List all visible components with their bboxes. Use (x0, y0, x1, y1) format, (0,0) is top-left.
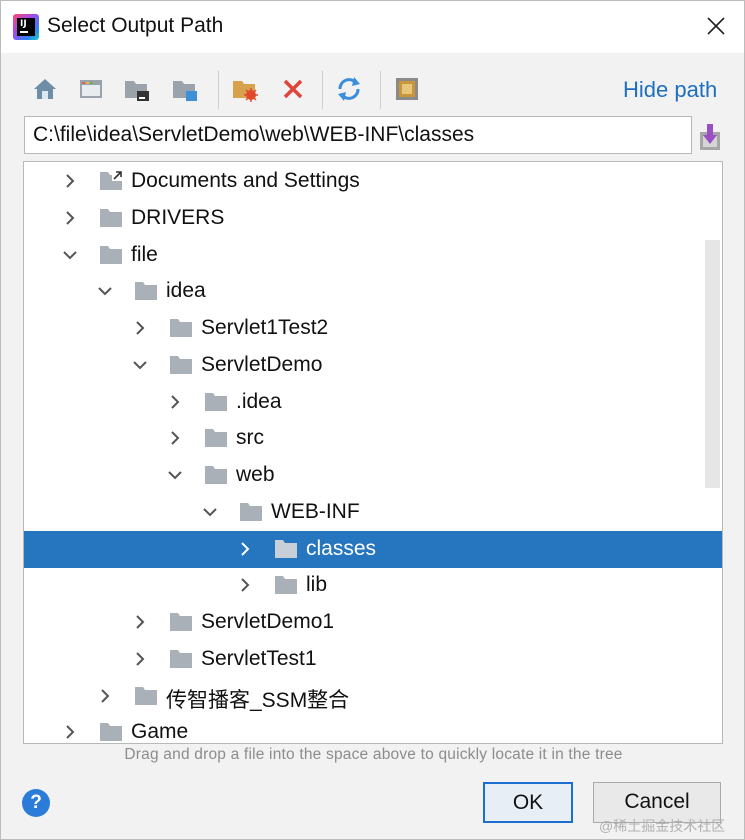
tree-row-label: .idea (236, 389, 282, 413)
home-icon (34, 79, 56, 99)
tree-row-label: src (236, 426, 264, 450)
close-icon (707, 17, 725, 35)
tree-row[interactable]: file (24, 237, 722, 274)
new-folder-icon (233, 81, 258, 102)
refresh-icon (338, 77, 360, 101)
tree-row[interactable]: Servlet1Test2 (24, 310, 722, 347)
dialog-title: Select Output Path (47, 14, 224, 37)
folder-icon (134, 686, 158, 706)
chevron-right-icon[interactable] (96, 687, 114, 705)
show-hidden-icon (396, 78, 418, 100)
tree-row[interactable]: src (24, 420, 722, 457)
chevron-down-icon[interactable] (96, 282, 114, 300)
tree-row-label: DRIVERS (131, 205, 225, 229)
tree-row-label: 传智播客_SSM整合 (166, 688, 350, 712)
home-button[interactable] (29, 73, 61, 105)
chevron-right-icon[interactable] (61, 209, 79, 227)
folder-icon (204, 392, 228, 412)
tree-row-label: web (236, 463, 275, 486)
folder-icon (134, 281, 158, 301)
toolbar-separator (322, 71, 323, 109)
chevron-down-icon[interactable] (201, 503, 219, 521)
chevron-right-icon[interactable] (236, 540, 254, 558)
dialog-window: IJ Select Output Path Hide path C:\file\… (0, 0, 745, 840)
chevron-down-icon[interactable] (131, 356, 149, 374)
download-arrow-icon (700, 124, 720, 150)
toolbar-separator (380, 71, 381, 109)
tree-row[interactable]: classes (24, 530, 722, 568)
show-hidden-button[interactable] (391, 73, 423, 105)
desktop-icon (80, 80, 102, 98)
desktop-button[interactable] (75, 73, 107, 105)
tree-row-label: ServletDemo (201, 352, 323, 376)
folder-icon (99, 245, 123, 265)
new-folder-button[interactable] (229, 73, 261, 105)
chevron-down-icon[interactable] (166, 466, 184, 484)
tree-row[interactable]: DRIVERS (24, 200, 722, 237)
hide-path-link[interactable]: Hide path (623, 77, 717, 103)
tree-row[interactable]: Documents and Settings (24, 163, 722, 200)
tree-row[interactable]: lib (24, 567, 722, 604)
delete-button[interactable] (277, 73, 309, 105)
tree-row-label: ServletTest1 (201, 646, 317, 670)
tree-row[interactable]: ServletDemo1 (24, 604, 722, 641)
tree-row[interactable]: .idea (24, 384, 722, 421)
folder-icon (99, 722, 123, 742)
tree-row-label: lib (306, 573, 328, 597)
chevron-right-icon[interactable] (131, 319, 149, 337)
close-button[interactable] (701, 11, 731, 41)
folder-link-icon (99, 171, 123, 191)
chevron-right-icon[interactable] (166, 393, 184, 411)
tree-row-label: Game (131, 720, 189, 744)
folder-icon (169, 318, 193, 338)
delete-icon (283, 79, 303, 99)
folder-icon (274, 539, 298, 559)
drag-drop-hint: Drag and drop a file into the space abov… (124, 746, 623, 763)
tree-row[interactable]: idea (24, 273, 722, 310)
tree-row-label: Documents and Settings (131, 169, 360, 192)
tree-row-label: idea (166, 279, 206, 303)
folder-icon (169, 355, 193, 375)
toolbar-separator (218, 71, 219, 109)
folder-icon (274, 575, 298, 595)
tree-row[interactable]: ServletTest1 (24, 641, 722, 678)
tree-row[interactable]: web (24, 457, 722, 494)
chevron-right-icon[interactable] (131, 650, 149, 668)
tree-row-label: classes (306, 536, 377, 560)
project-button[interactable] (121, 73, 153, 105)
tree-row[interactable]: 传智播客_SSM整合 (24, 678, 722, 715)
chevron-right-icon[interactable] (61, 723, 79, 741)
folder-icon (204, 428, 228, 448)
toolbar (25, 71, 445, 109)
folder-icon (169, 612, 193, 632)
help-button[interactable]: ? (22, 789, 50, 817)
folder-icon (239, 502, 263, 522)
chevron-right-icon[interactable] (61, 172, 79, 190)
chevron-right-icon[interactable] (131, 613, 149, 631)
tree-row-label: WEB-INF (271, 499, 360, 523)
project-icon (125, 81, 149, 101)
title-bar: IJ Select Output Path (1, 1, 744, 53)
folder-icon (169, 649, 193, 669)
chevron-right-icon[interactable] (236, 576, 254, 594)
path-input[interactable] (24, 116, 692, 154)
tree-row[interactable]: WEB-INF (24, 494, 722, 531)
file-tree[interactable]: Documents and Settings DRIVERS file idea Ser… (23, 161, 723, 744)
tree-row-label: ServletDemo1 (201, 610, 335, 633)
refresh-button[interactable] (333, 73, 365, 105)
tree-row-label: Servlet1Test2 (201, 316, 329, 339)
folder-icon (204, 465, 228, 485)
watermark: @稀土掘金技术社区 (599, 818, 726, 834)
ok-button[interactable]: OK (483, 782, 573, 823)
chevron-right-icon[interactable] (166, 429, 184, 447)
intellij-logo-icon: IJ (13, 14, 39, 40)
path-history-button[interactable] (697, 118, 723, 152)
tree-row[interactable]: ServletDemo (24, 347, 722, 384)
module-button[interactable] (169, 73, 201, 105)
tree-row[interactable]: Game (24, 714, 722, 744)
tree-row-label: file (131, 242, 158, 266)
chevron-down-icon[interactable] (61, 246, 79, 264)
module-icon (173, 81, 197, 101)
folder-icon (99, 208, 123, 228)
